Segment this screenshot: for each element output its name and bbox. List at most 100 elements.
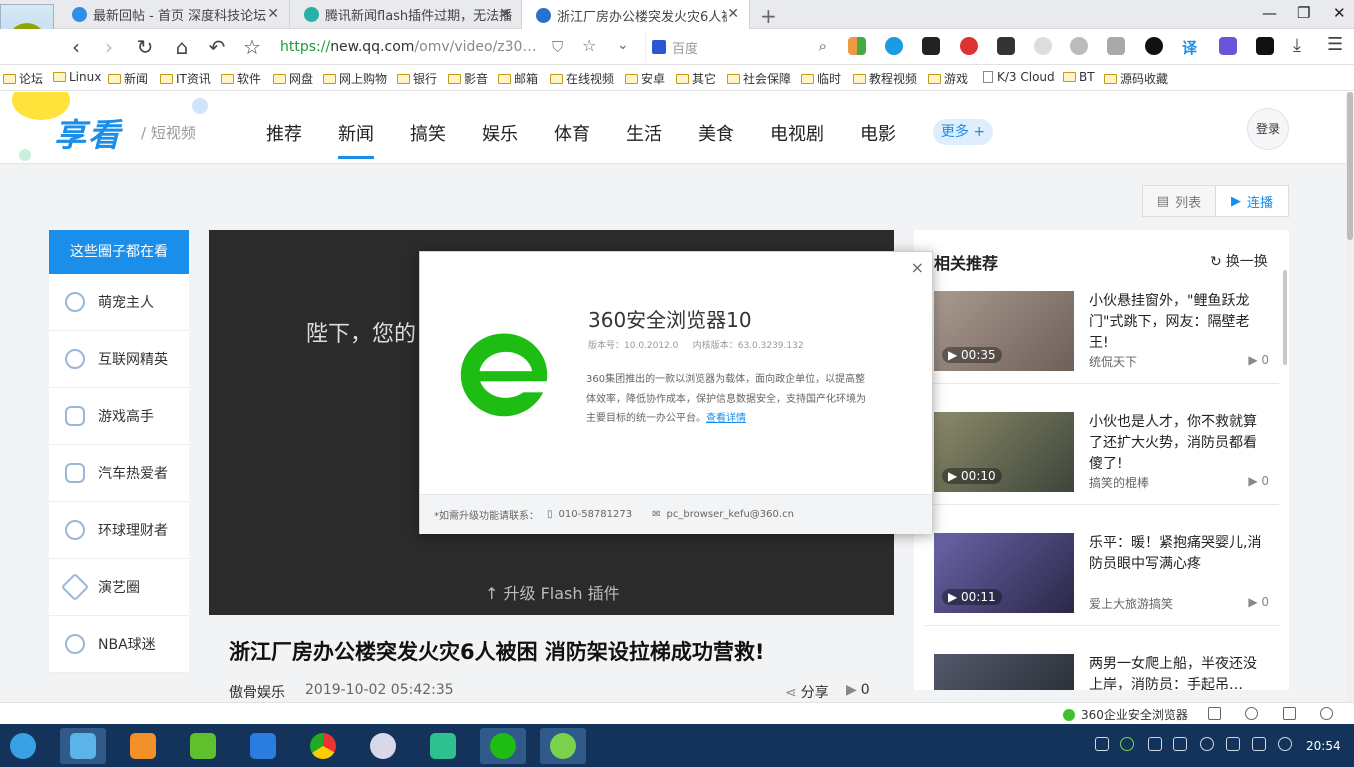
- volume-icon[interactable]: [1245, 707, 1258, 720]
- bookmark-item[interactable]: 源码收藏: [1104, 70, 1168, 87]
- taskbar-app-store[interactable]: [60, 728, 106, 764]
- bookmark-item[interactable]: 其它: [676, 70, 716, 87]
- screenshot-icon[interactable]: [1219, 37, 1237, 55]
- launcher-button[interactable]: [0, 728, 46, 764]
- bookmark-item[interactable]: Linux: [53, 70, 101, 84]
- upgrade-flash-button[interactable]: ↑ 升级 Flash 插件: [485, 580, 620, 604]
- bookmark-item[interactable]: BT: [1063, 70, 1095, 84]
- circle-item-cars[interactable]: 汽车热爱者: [49, 445, 189, 502]
- circle-item-finance[interactable]: 环球理财者: [49, 502, 189, 559]
- taskbar-app-chrome[interactable]: [300, 728, 346, 764]
- circle-item-nba[interactable]: NBA球迷: [49, 616, 189, 673]
- status-brand[interactable]: 360企业安全浏览器: [1063, 706, 1188, 723]
- apps-icon[interactable]: [848, 37, 866, 55]
- bookmark-item[interactable]: 软件: [221, 70, 261, 87]
- recommend-title[interactable]: 乐平：暖！紧抱痛哭婴儿,消防员眼中写满心疼: [1089, 533, 1269, 575]
- bookmark-item[interactable]: 安卓: [625, 70, 665, 87]
- wifi-icon[interactable]: [1200, 737, 1214, 751]
- circle-item-games[interactable]: 游戏高手: [49, 388, 189, 445]
- bookmark-item[interactable]: 教程视频: [853, 70, 917, 87]
- usb-icon[interactable]: [1148, 737, 1162, 751]
- taskbar-app-wechat[interactable]: [540, 728, 586, 764]
- trash-icon[interactable]: [1208, 707, 1221, 720]
- tab-forum[interactable]: 最新回帖 - 首页 深度科技论坛 ✕: [58, 0, 290, 29]
- disabled-extension-icon[interactable]: [1034, 37, 1052, 55]
- cloud-icon[interactable]: [885, 37, 903, 55]
- undo-close-button[interactable]: ↶: [205, 35, 229, 59]
- refresh-button[interactable]: ↻ 换一换: [1210, 251, 1268, 271]
- bookmark-item[interactable]: 网盘: [273, 70, 313, 87]
- restore-button[interactable]: ❐: [1297, 4, 1310, 22]
- recommend-scrollbar[interactable]: [1283, 270, 1287, 365]
- link-icon[interactable]: [1070, 37, 1088, 55]
- power-icon[interactable]: [1278, 737, 1292, 751]
- bookmark-item[interactable]: 银行: [397, 70, 437, 87]
- details-link[interactable]: 查看详情: [706, 413, 746, 424]
- more-button[interactable]: 更多 +: [933, 119, 993, 145]
- recommend-title[interactable]: 小伙悬挂窗外，"鲤鱼跃龙门"式跳下，网友：隔壁老王!: [1089, 291, 1269, 354]
- recommend-item[interactable]: ▶ 00:35 小伙悬挂窗外，"鲤鱼跃龙门"式跳下，网友：隔壁老王! 统侃天下 …: [934, 291, 1279, 391]
- recommend-title[interactable]: 小伙也是人才，你不救就算了还扩大火势，消防员都看傻了!: [1089, 412, 1269, 475]
- video-icon[interactable]: [1107, 37, 1125, 55]
- minimize-button[interactable]: —: [1262, 4, 1277, 22]
- search-box[interactable]: 百度 ⌕: [645, 32, 835, 62]
- taskbar-app-movie[interactable]: [240, 728, 286, 764]
- close-window-button[interactable]: ✕: [1333, 4, 1346, 22]
- recommend-item[interactable]: ▶ 00:11 乐平：暖！紧抱痛哭婴儿,消防员眼中写满心疼 爱上大旅游搞笑 ▶ …: [934, 533, 1279, 633]
- game-icon[interactable]: [922, 37, 940, 55]
- scrollbar-thumb[interactable]: [1347, 92, 1353, 240]
- article-author[interactable]: 傲骨娱乐: [229, 682, 285, 702]
- clock[interactable]: 20:54: [1306, 739, 1341, 753]
- nav-funny[interactable]: 搞笑: [410, 120, 446, 146]
- recommend-item[interactable]: 两男一女爬上船，半夜还没上岸，消防员：手起吊…: [934, 654, 1279, 690]
- circle-item-showbiz[interactable]: 演艺圈: [49, 559, 189, 616]
- close-tab-icon[interactable]: ✕: [727, 6, 739, 22]
- tab-news[interactable]: 腾讯新闻flash插件过期，无法播 ✕: [290, 0, 522, 29]
- zoom-icon[interactable]: [1320, 707, 1333, 720]
- nav-food[interactable]: 美食: [698, 120, 734, 146]
- video-thumbnail[interactable]: ▶ 00:10: [934, 412, 1074, 492]
- close-tab-icon[interactable]: ✕: [267, 6, 279, 22]
- volume-icon[interactable]: [1173, 737, 1187, 751]
- shield-icon[interactable]: ⛉: [552, 38, 563, 56]
- bookmark-item[interactable]: 网上购物: [323, 70, 387, 87]
- tray-app-icon[interactable]: [1120, 737, 1134, 751]
- bookmark-item[interactable]: 邮箱: [498, 70, 538, 87]
- taskbar-app-settings[interactable]: [360, 728, 406, 764]
- close-dialog-button[interactable]: ×: [911, 258, 924, 277]
- taskbar-app-music[interactable]: [180, 728, 226, 764]
- nav-life[interactable]: 生活: [626, 120, 662, 146]
- window-icon[interactable]: [1283, 707, 1296, 720]
- circle-item-pets[interactable]: 萌宠主人: [49, 274, 189, 331]
- bookmark-item[interactable]: IT资讯: [160, 70, 211, 87]
- nav-entertainment[interactable]: 娱乐: [482, 120, 518, 146]
- close-tab-icon[interactable]: ✕: [499, 6, 511, 22]
- download-icon[interactable]: ⤓: [1293, 35, 1301, 56]
- recommend-item[interactable]: ▶ 00:10 小伙也是人才，你不救就算了还扩大火势，消防员都看傻了! 搞笑的棍…: [934, 412, 1279, 512]
- taskbar-app-360browser[interactable]: [480, 728, 526, 764]
- battery-icon[interactable]: [1252, 737, 1266, 751]
- nav-sports[interactable]: 体育: [554, 120, 590, 146]
- extension-l-icon[interactable]: [1256, 37, 1274, 55]
- contact-email[interactable]: pc_browser_kefu@360.cn: [667, 509, 794, 520]
- circle-item-internet[interactable]: 互联网精英: [49, 331, 189, 388]
- nav-tv[interactable]: 电视剧: [770, 120, 824, 146]
- search-icon[interactable]: ⌕: [819, 37, 827, 55]
- keyboard-icon[interactable]: [1095, 737, 1109, 751]
- forward-button[interactable]: ›: [97, 35, 121, 59]
- page-scrollbar[interactable]: [1346, 92, 1354, 702]
- nav-news[interactable]: 新闻: [338, 120, 374, 159]
- share-button[interactable]: ⋖ 分享: [785, 682, 829, 702]
- site-logo[interactable]: 享看: [54, 110, 122, 156]
- ninja-icon[interactable]: [997, 37, 1015, 55]
- menu-icon[interactable]: ☰: [1327, 34, 1343, 55]
- autoplay-view-button[interactable]: ▶ 连播: [1215, 186, 1288, 216]
- cat-icon[interactable]: [1145, 37, 1163, 55]
- back-button[interactable]: ‹: [64, 35, 88, 59]
- tab-active-video[interactable]: 浙江厂房办公楼突发火灾6人被困 ✕: [522, 0, 750, 30]
- video-thumbnail[interactable]: ▶ 00:11: [934, 533, 1074, 613]
- new-tab-button[interactable]: +: [760, 4, 777, 28]
- reload-button[interactable]: ↻: [133, 35, 157, 59]
- pen-icon[interactable]: [1226, 737, 1240, 751]
- map-icon[interactable]: [960, 37, 978, 55]
